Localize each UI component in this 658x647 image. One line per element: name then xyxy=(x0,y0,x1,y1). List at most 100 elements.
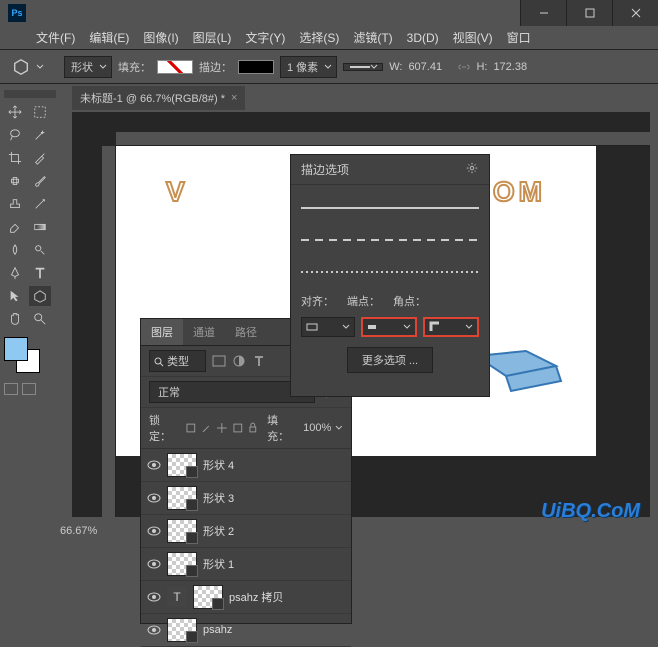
foreground-color-swatch[interactable] xyxy=(4,337,28,361)
lock-paint-icon[interactable] xyxy=(201,422,213,434)
lasso-tool[interactable] xyxy=(4,125,26,145)
crop-tool[interactable] xyxy=(4,148,26,168)
layer-item[interactable]: 形状 2 xyxy=(141,515,351,548)
layer-name[interactable]: 形状 4 xyxy=(203,457,234,473)
blur-tool[interactable] xyxy=(4,240,26,260)
layer-name[interactable]: 形状 2 xyxy=(203,523,234,539)
visibility-icon[interactable] xyxy=(147,524,161,538)
layer-thumbnail[interactable] xyxy=(167,486,197,510)
tab-channels[interactable]: 通道 xyxy=(183,319,225,345)
pen-tool[interactable] xyxy=(4,263,26,283)
layer-thumbnail[interactable] xyxy=(167,552,197,576)
visibility-icon[interactable] xyxy=(147,590,161,604)
healing-tool[interactable] xyxy=(4,171,26,191)
tab-paths[interactable]: 路径 xyxy=(225,319,267,345)
shape-tool[interactable] xyxy=(29,286,51,306)
menu-file[interactable]: 文件(F) xyxy=(30,26,81,49)
menu-layer[interactable]: 图层(L) xyxy=(187,26,238,49)
tools-panel xyxy=(4,90,56,395)
magic-wand-tool[interactable] xyxy=(29,125,51,145)
layer-name[interactable]: psahz xyxy=(203,624,232,636)
lock-artboard-icon[interactable] xyxy=(232,422,244,434)
horizontal-ruler[interactable] xyxy=(116,132,650,146)
stroke-style-dashed[interactable] xyxy=(301,229,479,251)
menu-window[interactable]: 窗口 xyxy=(501,26,537,49)
layer-item[interactable]: psahz xyxy=(141,614,351,647)
marquee-tool[interactable] xyxy=(29,102,51,122)
stroke-swatch[interactable] xyxy=(238,60,274,74)
fill-opacity-value[interactable]: 100% xyxy=(303,422,331,434)
gear-icon[interactable] xyxy=(465,161,479,175)
layer-filter-dropdown[interactable]: 类型 xyxy=(149,350,206,372)
stroke-style-solid[interactable] xyxy=(301,197,479,219)
dodge-tool[interactable] xyxy=(29,240,51,260)
align-dropdown[interactable] xyxy=(301,317,355,337)
brush-tool[interactable] xyxy=(29,171,51,191)
layer-name[interactable]: 形状 1 xyxy=(203,556,234,572)
layer-item[interactable]: 形状 1 xyxy=(141,548,351,581)
visibility-icon[interactable] xyxy=(147,557,161,571)
tab-layers[interactable]: 图层 xyxy=(141,319,183,345)
gradient-tool[interactable] xyxy=(29,217,51,237)
zoom-status[interactable]: 66.67% xyxy=(60,525,97,537)
document-tab[interactable]: 未标题-1 @ 66.7%(RGB/8#) * × xyxy=(72,86,245,110)
layer-name[interactable]: psahz 拷贝 xyxy=(229,589,283,605)
layer-thumbnail[interactable] xyxy=(193,585,223,609)
quickmask-icon[interactable] xyxy=(4,383,18,395)
tab-close-icon[interactable]: × xyxy=(231,92,237,104)
menu-view[interactable]: 视图(V) xyxy=(447,26,499,49)
layer-item[interactable]: T psahz 拷贝 xyxy=(141,581,351,614)
stroke-style-dotted[interactable] xyxy=(301,261,479,283)
tools-header[interactable] xyxy=(4,90,56,98)
stroke-size-dropdown[interactable]: 1 像素 xyxy=(280,56,337,78)
filter-image-icon[interactable] xyxy=(212,354,226,368)
layer-thumbnail[interactable] xyxy=(167,618,197,642)
zoom-tool[interactable] xyxy=(29,309,51,329)
layer-thumbnail[interactable] xyxy=(167,453,197,477)
more-options-button[interactable]: 更多选项 ... xyxy=(347,347,433,373)
history-brush-tool[interactable] xyxy=(29,194,51,214)
maximize-button[interactable] xyxy=(566,0,612,26)
type-tool[interactable] xyxy=(29,263,51,283)
lock-pixels-icon[interactable] xyxy=(185,422,197,434)
eraser-tool[interactable] xyxy=(4,217,26,237)
move-tool[interactable] xyxy=(4,102,26,122)
corner-dropdown[interactable] xyxy=(423,317,479,337)
layer-thumbnail[interactable] xyxy=(167,519,197,543)
chevron-down-icon[interactable] xyxy=(36,63,44,71)
width-input[interactable] xyxy=(408,61,452,73)
filter-adjust-icon[interactable] xyxy=(232,354,246,368)
menu-select[interactable]: 选择(S) xyxy=(293,26,345,49)
hand-tool[interactable] xyxy=(4,309,26,329)
menu-image[interactable]: 图像(I) xyxy=(137,26,184,49)
fill-swatch[interactable] xyxy=(157,60,193,74)
minimize-button[interactable] xyxy=(520,0,566,26)
screenmode-icon[interactable] xyxy=(22,383,36,395)
menu-3d[interactable]: 3D(D) xyxy=(401,28,445,48)
color-swatches[interactable] xyxy=(4,337,40,373)
layer-name[interactable]: 形状 3 xyxy=(203,490,234,506)
lock-position-icon[interactable] xyxy=(216,422,228,434)
layer-item[interactable]: 形状 4 xyxy=(141,449,351,482)
stroke-style-dropdown[interactable] xyxy=(343,63,383,71)
filter-type-icon[interactable] xyxy=(252,354,266,368)
visibility-icon[interactable] xyxy=(147,491,161,505)
menu-filter[interactable]: 滤镜(T) xyxy=(347,26,398,49)
height-input[interactable] xyxy=(493,61,537,73)
cap-dropdown[interactable] xyxy=(361,317,417,337)
lock-all-icon[interactable] xyxy=(247,422,259,434)
visibility-icon[interactable] xyxy=(147,458,161,472)
link-icon[interactable] xyxy=(458,61,470,73)
menu-type[interactable]: 文字(Y) xyxy=(239,26,291,49)
eyedropper-tool[interactable] xyxy=(29,148,51,168)
shape-mode-dropdown[interactable]: 形状 xyxy=(64,56,112,78)
close-button[interactable] xyxy=(612,0,658,26)
menu-edit[interactable]: 编辑(E) xyxy=(83,26,135,49)
visibility-icon[interactable] xyxy=(147,623,161,637)
path-select-tool[interactable] xyxy=(4,286,26,306)
stroke-options-panel: 描边选项 对齐： 端点： 角点： 更多选项 ... xyxy=(290,154,490,397)
chevron-down-icon[interactable] xyxy=(335,424,343,432)
vertical-ruler[interactable] xyxy=(102,146,116,517)
stamp-tool[interactable] xyxy=(4,194,26,214)
layer-item[interactable]: 形状 3 xyxy=(141,482,351,515)
